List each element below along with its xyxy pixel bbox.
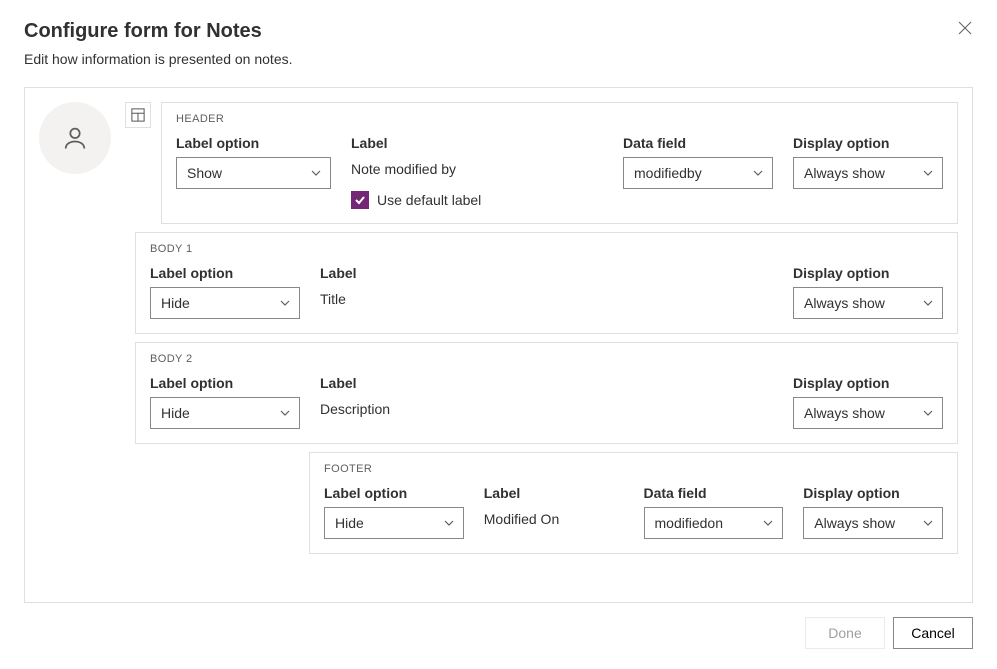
footer-label-option-select[interactable]: Hide [324,507,464,539]
chevron-down-icon [762,517,774,529]
label-label: Label [484,485,624,501]
chevron-down-icon [922,517,934,529]
body2-display-option-value: Always show [804,405,885,421]
footer-data-field-select[interactable]: modifiedon [644,507,784,539]
body2-label-option-value: Hide [161,405,190,421]
use-default-label-text: Use default label [377,192,481,208]
body2-label-value: Description [320,397,773,417]
label-label: Label [320,375,773,391]
body1-display-option-value: Always show [804,295,885,311]
body1-label-value: Title [320,287,773,307]
footer-data-field-value: modifiedon [655,515,724,531]
section-title-body2: BODY 2 [150,353,943,365]
display-option-label: Display option [793,375,943,391]
footer-label-value: Modified On [484,507,624,527]
close-icon [957,20,973,36]
layout-preview-header[interactable] [125,102,151,128]
dialog-subtitle: Edit how information is presented on not… [24,51,293,67]
header-display-option-value: Always show [804,165,885,181]
header-display-option-select[interactable]: Always show [793,157,943,189]
body2-label-option-select[interactable]: Hide [150,397,300,429]
checkmark-icon [354,194,366,206]
chevron-down-icon [279,297,291,309]
display-option-label: Display option [793,265,943,281]
body2-section: BODY 2 Label option Hide Label Descripti… [135,342,958,444]
header-label-value: Note modified by [351,157,603,177]
chevron-down-icon [752,167,764,179]
done-button: Done [805,617,885,649]
header-label-option-select[interactable]: Show [176,157,331,189]
display-option-label: Display option [793,135,943,151]
body1-section: BODY 1 Label option Hide Label Title [135,232,958,334]
body2-display-option-select[interactable]: Always show [793,397,943,429]
header-data-field-value: modifiedby [634,165,702,181]
footer-label-option-value: Hide [335,515,364,531]
label-option-label: Label option [324,485,464,501]
label-option-label: Label option [176,135,331,151]
use-default-label-checkbox[interactable] [351,191,369,209]
header-section: HEADER Label option Show Label Note modi… [161,102,958,224]
body1-label-option-value: Hide [161,295,190,311]
section-title-footer: FOOTER [324,463,943,475]
section-title-header: HEADER [176,113,943,125]
chevron-down-icon [443,517,455,529]
label-option-label: Label option [150,375,300,391]
dialog-title: Configure form for Notes [24,20,293,43]
data-field-label: Data field [623,135,773,151]
section-title-body1: BODY 1 [150,243,943,255]
avatar [39,102,111,174]
chevron-down-icon [922,167,934,179]
footer-section: FOOTER Label option Hide Label Modified … [309,452,958,554]
person-icon [61,124,89,152]
footer-display-option-value: Always show [814,515,895,531]
label-label: Label [351,135,603,151]
chevron-down-icon [279,407,291,419]
footer-display-option-select[interactable]: Always show [803,507,943,539]
close-button[interactable] [957,20,973,39]
body1-label-option-select[interactable]: Hide [150,287,300,319]
header-data-field-select[interactable]: modifiedby [623,157,773,189]
label-label: Label [320,265,773,281]
display-option-label: Display option [803,485,943,501]
cancel-button[interactable]: Cancel [893,617,973,649]
form-area: HEADER Label option Show Label Note modi… [24,87,973,603]
chevron-down-icon [922,407,934,419]
header-label-option-value: Show [187,165,222,181]
body1-display-option-select[interactable]: Always show [793,287,943,319]
chevron-down-icon [310,167,322,179]
chevron-down-icon [922,297,934,309]
layout-icon [131,108,145,122]
data-field-label: Data field [644,485,784,501]
label-option-label: Label option [150,265,300,281]
